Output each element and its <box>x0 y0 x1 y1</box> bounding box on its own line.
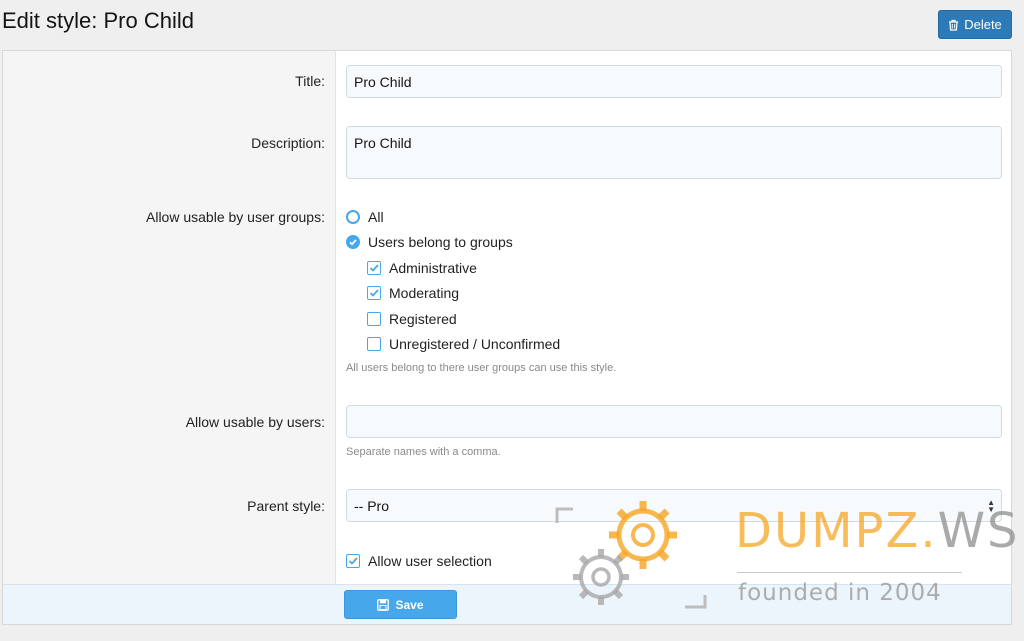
description-label: Description: <box>251 135 325 151</box>
checkbox-label: Registered <box>389 311 457 327</box>
form-footer: Save <box>3 584 1011 624</box>
check-icon <box>348 557 358 565</box>
title-label: Title: <box>295 73 325 89</box>
groups-hint: All users belong to there user groups ca… <box>346 362 617 374</box>
radio-button-selected <box>346 235 360 249</box>
page-title: Edit style: Pro Child <box>2 8 194 33</box>
title-input[interactable]: Pro Child <box>346 65 1002 98</box>
radio-button-empty <box>346 210 360 224</box>
checkbox-checked <box>367 286 381 300</box>
users-input[interactable] <box>346 405 1002 438</box>
checkbox-moderating[interactable]: Moderating <box>367 285 459 301</box>
checkbox-unchecked <box>367 337 381 351</box>
delete-button[interactable]: Delete <box>938 10 1012 39</box>
allow-user-selection-checkbox[interactable]: Allow user selection <box>346 553 492 569</box>
parent-style-label: Parent style: <box>247 498 325 514</box>
checkbox-label: Unregistered / Unconfirmed <box>389 336 561 352</box>
check-icon <box>369 264 379 272</box>
checkbox-checked <box>346 554 360 568</box>
checkbox-administrative[interactable]: Administrative <box>367 260 477 276</box>
save-label: Save <box>395 597 424 612</box>
select-arrows-icon: ▲ ▼ <box>987 498 995 514</box>
save-button[interactable]: Save <box>344 590 457 619</box>
parent-style-select[interactable]: -- Pro ▲ ▼ <box>346 489 1002 522</box>
parent-style-value: -- Pro <box>354 498 389 514</box>
checkbox-label: Administrative <box>389 260 477 276</box>
checkbox-label: Moderating <box>389 285 460 301</box>
checkbox-unregistered[interactable]: Unregistered / Unconfirmed <box>367 336 560 352</box>
users-label: Allow usable by users: <box>185 414 325 430</box>
allow-user-selection-label: Allow user selection <box>368 553 492 569</box>
user-groups-label: Allow usable by user groups: <box>146 209 325 225</box>
trash-icon <box>949 19 959 31</box>
radio-groups-label: Users belong to groups <box>368 234 513 250</box>
delete-label: Delete <box>964 17 1002 32</box>
check-icon <box>369 289 379 297</box>
style-edit-form: Title: Pro Child Description: Pro Child … <box>2 50 1012 625</box>
users-hint: Separate names with a comma. <box>346 446 501 458</box>
checkbox-registered[interactable]: Registered <box>367 311 457 327</box>
radio-all[interactable]: All <box>346 209 384 225</box>
checkbox-unchecked <box>367 312 381 326</box>
radio-all-label: All <box>368 209 384 225</box>
check-icon <box>349 239 357 246</box>
save-icon <box>377 598 390 611</box>
checkbox-checked <box>367 261 381 275</box>
radio-groups[interactable]: Users belong to groups <box>346 234 513 250</box>
description-textarea[interactable]: Pro Child <box>346 126 1002 179</box>
